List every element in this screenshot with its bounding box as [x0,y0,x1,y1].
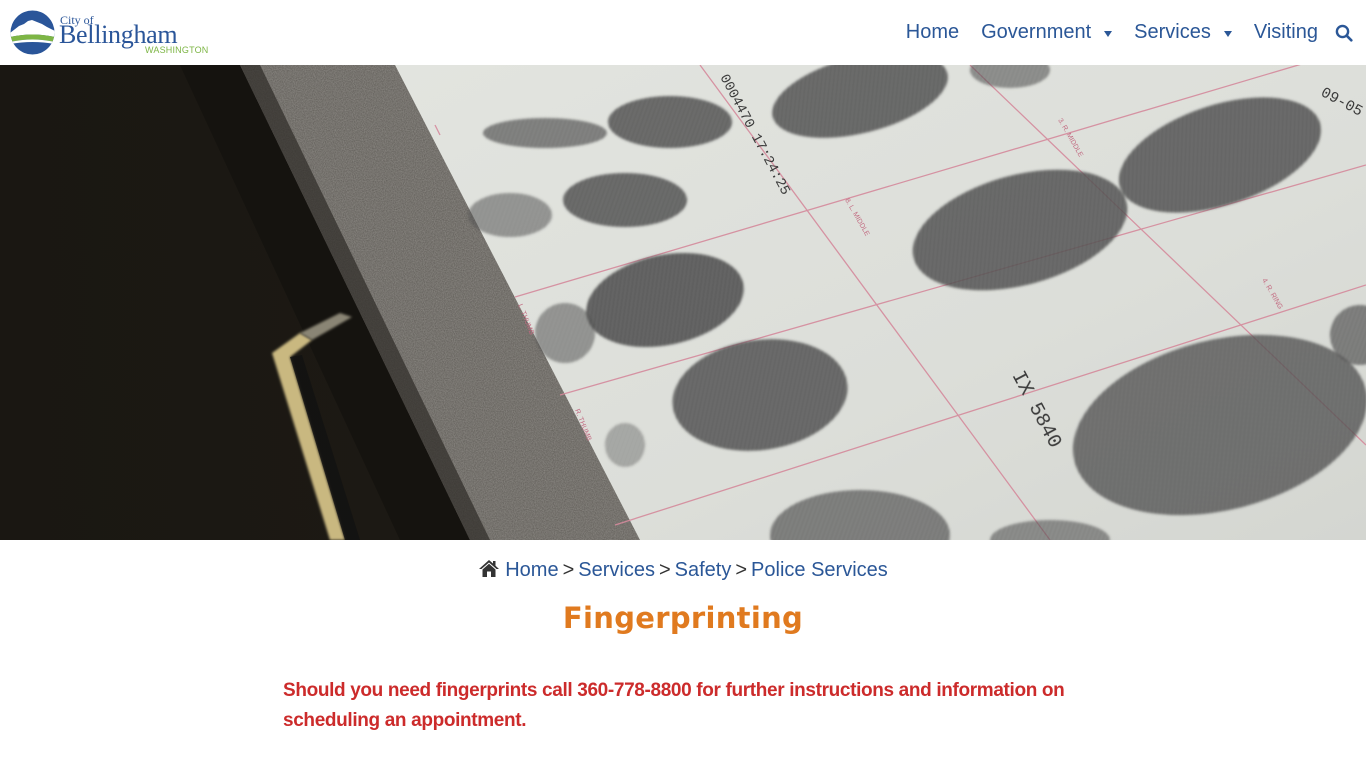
nav-visiting[interactable]: Visiting [1254,0,1318,65]
breadcrumb-home[interactable]: Home [505,559,558,581]
breadcrumb-safety[interactable]: Safety [675,559,732,581]
breadcrumb-police-services[interactable]: Police Services [751,559,888,581]
page-title: Fingerprinting [562,601,804,635]
main-nav: Home Government Services Visiting [906,0,1366,65]
site-header: City of Bellingham WASHINGTON Home Gover… [0,0,1366,65]
city-logo-link[interactable]: City of Bellingham WASHINGTON [10,9,220,59]
nav-government-label: Government [981,21,1092,43]
caret-down-icon [1223,30,1232,37]
breadcrumb-separator: > [735,559,748,581]
fingerprint-card-photo: 0004470 17:24:25 IX 5840 09-05 8. L. MID… [0,65,1366,540]
logo-state: WASHINGTON [145,45,209,55]
breadcrumb-separator: > [562,559,575,581]
nav-services-label: Services [1134,21,1211,43]
caret-down-icon [1104,30,1113,37]
breadcrumb-separator: > [658,559,671,581]
nav-services[interactable]: Services [1134,0,1232,65]
fingerprint-notice: Should you need fingerprints call 360-77… [283,680,1065,731]
search-button[interactable] [1334,23,1354,43]
breadcrumb: Home > Services > Safety > Police Services [0,558,1366,582]
nav-home-label: Home [905,21,960,43]
search-icon [1335,24,1353,42]
home-icon [479,560,500,577]
nav-home[interactable]: Home [906,0,959,65]
nav-visiting-label: Visiting [1253,21,1318,43]
breadcrumb-services[interactable]: Services [578,559,655,581]
nav-government[interactable]: Government [981,0,1113,65]
logo-mountain-icon [10,10,55,55]
hero-image: 0004470 17:24:25 IX 5840 09-05 8. L. MID… [0,65,1366,540]
